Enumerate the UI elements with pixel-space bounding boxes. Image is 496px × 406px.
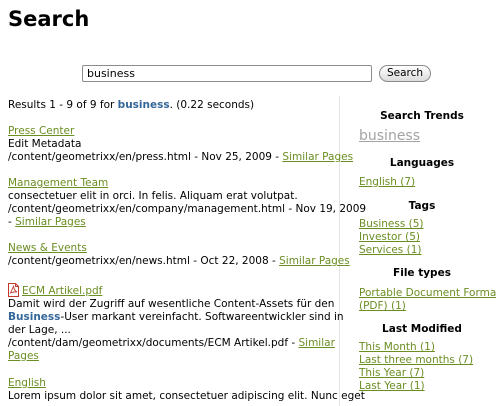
result-title-row: ECM Artikel.pdf	[8, 283, 338, 298]
result-meta-cont: - Similar Pages	[8, 216, 86, 228]
file-types-heading: File types	[393, 267, 451, 279]
result-meta: /content/geometrixx/en/company/managemen…	[8, 203, 367, 215]
result-excerpt: der Lage, ...	[8, 324, 71, 336]
result-meta-cont: Pages	[8, 350, 338, 363]
similar-pages-link[interactable]: Pages	[8, 350, 39, 362]
result-excerpt-text: -User markant vereinfacht. Softwareentwi…	[60, 311, 344, 323]
result-excerpt: Lorem ipsum dolor sit amet, consectetuer…	[8, 390, 365, 402]
last-modified-filter-link[interactable]: This Year (7)	[359, 367, 424, 379]
result-title-link[interactable]: Press Center	[8, 125, 74, 138]
search-button[interactable]: Search	[379, 65, 432, 82]
column-divider	[339, 96, 340, 406]
result-title-link[interactable]: ECM Artikel.pdf	[22, 285, 102, 297]
trend-link[interactable]: business	[359, 128, 420, 144]
file-types-list: Portable Document Format (PDF) (1)	[359, 287, 496, 313]
tag-filter-link[interactable]: Services (1)	[359, 244, 422, 256]
keyword-highlight: Business	[8, 311, 61, 323]
result-path: /content/dam/geometrixx/documents/ECM Ar…	[8, 337, 289, 349]
result-path: /content/geometrixx/en/company/managemen…	[8, 203, 286, 215]
search-input[interactable]	[82, 65, 372, 82]
results-summary-prefix: Results 1 - 9 of 9 for	[8, 99, 118, 111]
languages-heading: Languages	[389, 157, 455, 169]
similar-pages-link[interactable]: Similar Pages	[279, 255, 350, 267]
tags-list: Business (5) Investor (5) Services (1)	[359, 218, 424, 257]
search-result: News & Events /content/geometrixx/en/new…	[8, 242, 350, 268]
similar-pages-link[interactable]: Similar Pages	[15, 216, 86, 228]
file-type-filter-link[interactable]: (PDF) (1)	[359, 300, 406, 312]
result-excerpt: consectetuer elit in orci. In felis. Ali…	[8, 190, 298, 202]
language-filter-link[interactable]: English (7)	[359, 176, 415, 188]
tag-filter-link[interactable]: Business (5)	[359, 218, 424, 230]
last-modified-filter-link[interactable]: Last Year (1)	[359, 380, 425, 392]
result-title-link[interactable]: English	[8, 377, 46, 390]
pdf-icon	[8, 283, 19, 297]
file-type-filter-link[interactable]: Portable Document Format	[359, 287, 496, 299]
similar-pages-link[interactable]: Similar	[299, 337, 335, 349]
last-modified-filter-link[interactable]: This Month (1)	[359, 341, 435, 353]
result-excerpt: Damit wird der Zugriff auf wesentliche C…	[8, 298, 335, 310]
result-date: Oct 22, 2008	[200, 255, 269, 267]
search-result: ECM Artikel.pdf Damit wird der Zugriff a…	[8, 283, 344, 363]
search-result: Management Team consectetuer elit in orc…	[8, 177, 367, 229]
similar-pages-link[interactable]: Similar Pages	[282, 151, 353, 163]
result-meta: /content/geometrixx/en/press.html - Nov …	[8, 151, 354, 163]
tag-filter-link[interactable]: Investor (5)	[359, 231, 420, 243]
results-summary: Results 1 - 9 of 9 for business. (0.22 s…	[8, 99, 254, 112]
result-path: /content/geometrixx/en/press.html	[8, 151, 191, 163]
result-title-link[interactable]: News & Events	[8, 242, 87, 255]
result-excerpt: Business-User markant vereinfacht. Softw…	[8, 311, 344, 324]
search-result: English Lorem ipsum dolor sit amet, cons…	[8, 377, 365, 403]
result-title-link[interactable]: Management Team	[8, 177, 108, 190]
last-modified-list: This Month (1) Last three months (7) Thi…	[359, 341, 473, 393]
result-meta: /content/geometrixx/en/news.html - Oct 2…	[8, 255, 350, 267]
result-date: Nov 25, 2009	[201, 151, 272, 163]
last-modified-filter-link[interactable]: Last three months (7)	[359, 354, 473, 366]
search-trends-heading: Search Trends	[380, 110, 464, 122]
result-meta: /content/dam/geometrixx/documents/ECM Ar…	[8, 337, 335, 349]
languages-list: English (7)	[359, 176, 415, 189]
result-path: /content/geometrixx/en/news.html	[8, 255, 190, 267]
result-excerpt: Edit Metadata	[8, 138, 82, 150]
results-summary-suffix: . (0.22 seconds)	[169, 99, 255, 111]
search-result: Press Center Edit Metadata /content/geom…	[8, 125, 354, 164]
tags-heading: Tags	[408, 200, 436, 212]
results-summary-term: business	[117, 99, 170, 111]
last-modified-heading: Last Modified	[382, 323, 462, 335]
search-bar: Search	[82, 65, 432, 82]
result-date: Nov 19, 2009	[295, 203, 367, 215]
page-title: Search	[8, 7, 90, 31]
